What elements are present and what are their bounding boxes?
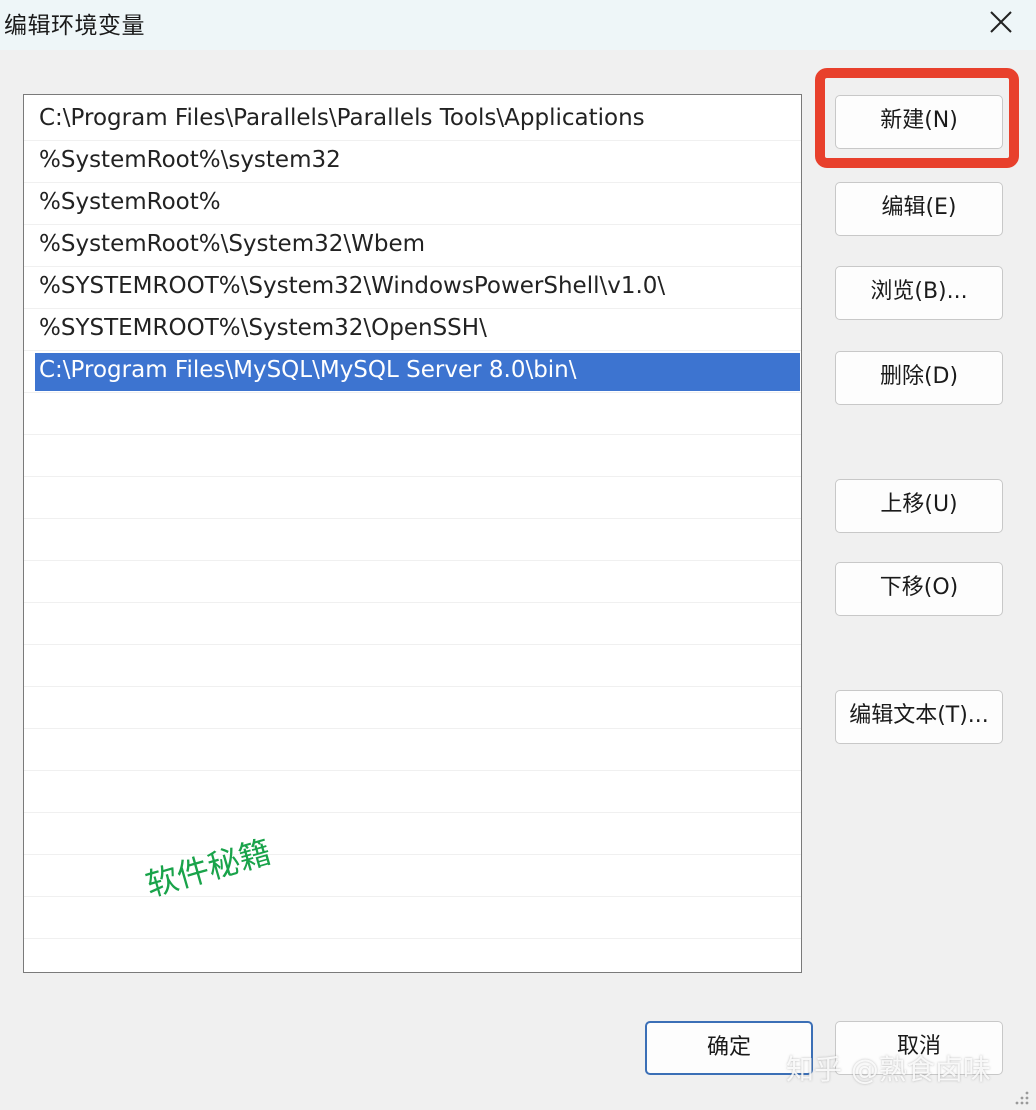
delete-button[interactable]: 删除(D) <box>835 351 1003 405</box>
empty-list-row[interactable] <box>24 435 801 477</box>
empty-list-row[interactable] <box>24 477 801 519</box>
path-value: %SYSTEMROOT%\System32\OpenSSH\ <box>39 315 487 341</box>
path-list-item[interactable]: %SYSTEMROOT%\System32\OpenSSH\ <box>24 309 801 351</box>
window-title: 编辑环境变量 <box>4 13 145 39</box>
empty-list-row[interactable] <box>24 897 801 939</box>
edit-env-variable-dialog: 编辑环境变量 C:\Program Files\Parallels\Parall… <box>0 0 1036 1110</box>
path-value: %SystemRoot%\system32 <box>39 147 341 173</box>
path-list-item[interactable]: %SystemRoot%\system32 <box>24 141 801 183</box>
empty-list-row[interactable] <box>24 813 801 855</box>
resize-grip-icon[interactable] <box>1012 1088 1030 1106</box>
path-value: %SystemRoot% <box>39 189 221 215</box>
close-icon <box>990 11 1012 33</box>
empty-list-row[interactable] <box>24 687 801 729</box>
path-value: %SYSTEMROOT%\System32\WindowsPowerShell\… <box>39 273 666 299</box>
path-value: %SystemRoot%\System32\Wbem <box>39 231 426 257</box>
path-list-item[interactable]: C:\Program Files\Parallels\Parallels Too… <box>24 99 801 141</box>
move-down-button[interactable]: 下移(O) <box>835 562 1003 616</box>
move-up-button[interactable]: 上移(U) <box>835 479 1003 533</box>
path-list-item[interactable]: %SystemRoot%\System32\Wbem <box>24 225 801 267</box>
path-value: C:\Program Files\MySQL\MySQL Server 8.0\… <box>39 357 577 383</box>
empty-list-row[interactable] <box>24 519 801 561</box>
path-list-item[interactable]: %SYSTEMROOT%\System32\WindowsPowerShell\… <box>24 267 801 309</box>
new-button[interactable]: 新建(N) <box>835 95 1003 149</box>
empty-list-row[interactable] <box>24 561 801 603</box>
empty-list-row[interactable] <box>24 603 801 645</box>
source-watermark-text: 知乎 @熟食卤味 <box>786 1053 991 1086</box>
edit-text-button[interactable]: 编辑文本(T)... <box>835 690 1003 744</box>
path-value: C:\Program Files\Parallels\Parallels Too… <box>39 105 645 131</box>
edit-button[interactable]: 编辑(E) <box>835 182 1003 236</box>
path-list-item[interactable]: C:\Program Files\MySQL\MySQL Server 8.0\… <box>24 351 801 393</box>
path-list-item[interactable]: %SystemRoot% <box>24 183 801 225</box>
empty-list-row[interactable] <box>24 645 801 687</box>
empty-list-row[interactable] <box>24 771 801 813</box>
browse-button[interactable]: 浏览(B)... <box>835 266 1003 320</box>
path-list[interactable]: C:\Program Files\Parallels\Parallels Too… <box>23 94 802 973</box>
close-button[interactable] <box>982 4 1020 40</box>
empty-list-row[interactable] <box>24 393 801 435</box>
empty-list-row[interactable] <box>24 939 801 972</box>
empty-list-row[interactable] <box>24 729 801 771</box>
title-bar: 编辑环境变量 <box>0 0 1036 50</box>
